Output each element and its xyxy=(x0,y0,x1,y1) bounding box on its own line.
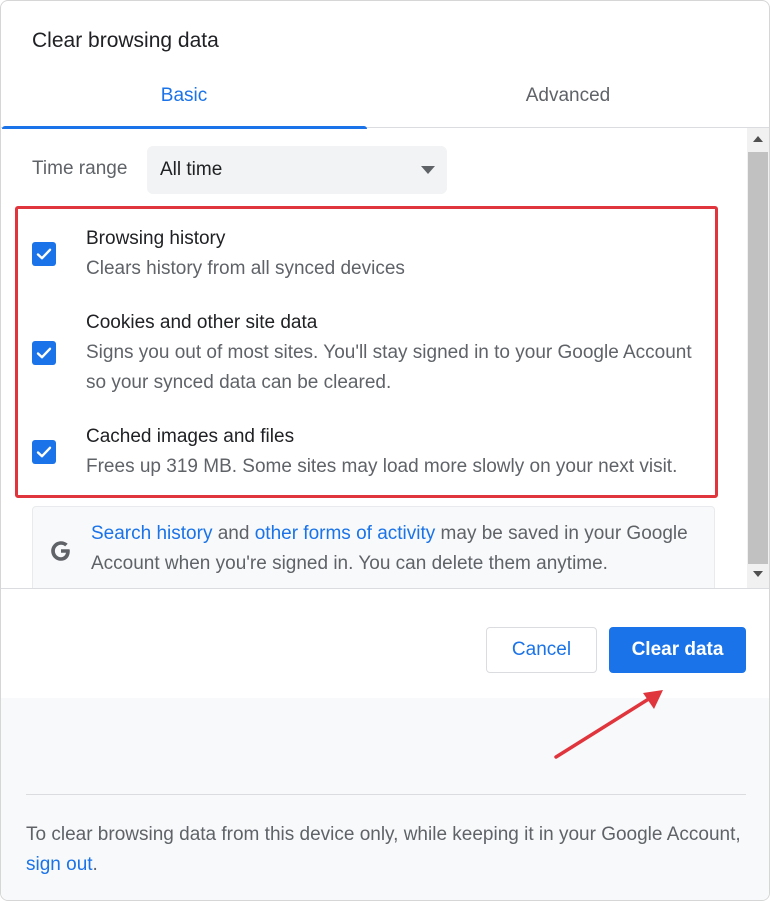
footer-text: To clear browsing data from this device … xyxy=(26,820,746,880)
check-icon xyxy=(36,248,52,260)
google-g-icon xyxy=(51,541,70,561)
dialog-body: Time range All time Browsing history Cle… xyxy=(1,128,769,589)
footer-text-body: To clear browsing data from this device … xyxy=(26,824,741,845)
vertical-scrollbar[interactable] xyxy=(747,128,769,588)
red-arrow-icon xyxy=(554,690,663,759)
scrollbar-thumb[interactable] xyxy=(748,152,768,564)
option-description: Clears history from all synced devices xyxy=(86,258,405,279)
dialog-title: Clear browsing data xyxy=(32,29,219,52)
footer-divider xyxy=(26,794,746,795)
cached-images-checkbox[interactable] xyxy=(32,440,56,464)
check-icon xyxy=(36,446,52,458)
time-range-select[interactable]: All time xyxy=(147,146,447,194)
tab-advanced[interactable]: Advanced xyxy=(385,73,751,128)
search-history-link[interactable]: Search history xyxy=(91,523,212,544)
option-description: Frees up 319 MB. Some sites may load mor… xyxy=(86,456,678,477)
cancel-button[interactable]: Cancel xyxy=(486,627,597,673)
sign-out-link[interactable]: sign out xyxy=(26,854,93,875)
other-activity-link[interactable]: other forms of activity xyxy=(255,523,436,544)
option-title: Browsing history xyxy=(86,228,226,249)
option-title: Cached images and files xyxy=(86,426,295,447)
tab-basic[interactable]: Basic xyxy=(1,73,367,129)
clear-data-button[interactable]: Clear data xyxy=(609,627,746,673)
time-range-label: Time range xyxy=(32,158,128,179)
scroll-down-arrow-icon[interactable] xyxy=(753,571,763,577)
info-text: Search history and other forms of activi… xyxy=(91,519,711,579)
tab-bar: Basic Advanced xyxy=(1,73,769,129)
caret-down-icon xyxy=(421,166,435,174)
scroll-up-arrow-icon[interactable] xyxy=(753,136,763,142)
google-activity-info-card: Search history and other forms of activi… xyxy=(32,506,715,588)
clear-browsing-data-dialog: Clear browsing data Basic Advanced Time … xyxy=(0,0,770,901)
tab-advanced-label: Advanced xyxy=(525,85,611,106)
time-range-value: All time xyxy=(160,159,223,180)
cookies-checkbox[interactable] xyxy=(32,341,56,365)
footer-text-end: . xyxy=(92,854,98,875)
info-text-and: and xyxy=(212,523,255,544)
check-icon xyxy=(36,347,52,359)
browsing-history-checkbox[interactable] xyxy=(32,242,56,266)
option-description: Signs you out of most sites. You'll stay… xyxy=(86,342,692,393)
option-title: Cookies and other site data xyxy=(86,312,318,333)
tab-basic-label: Basic xyxy=(160,85,208,106)
